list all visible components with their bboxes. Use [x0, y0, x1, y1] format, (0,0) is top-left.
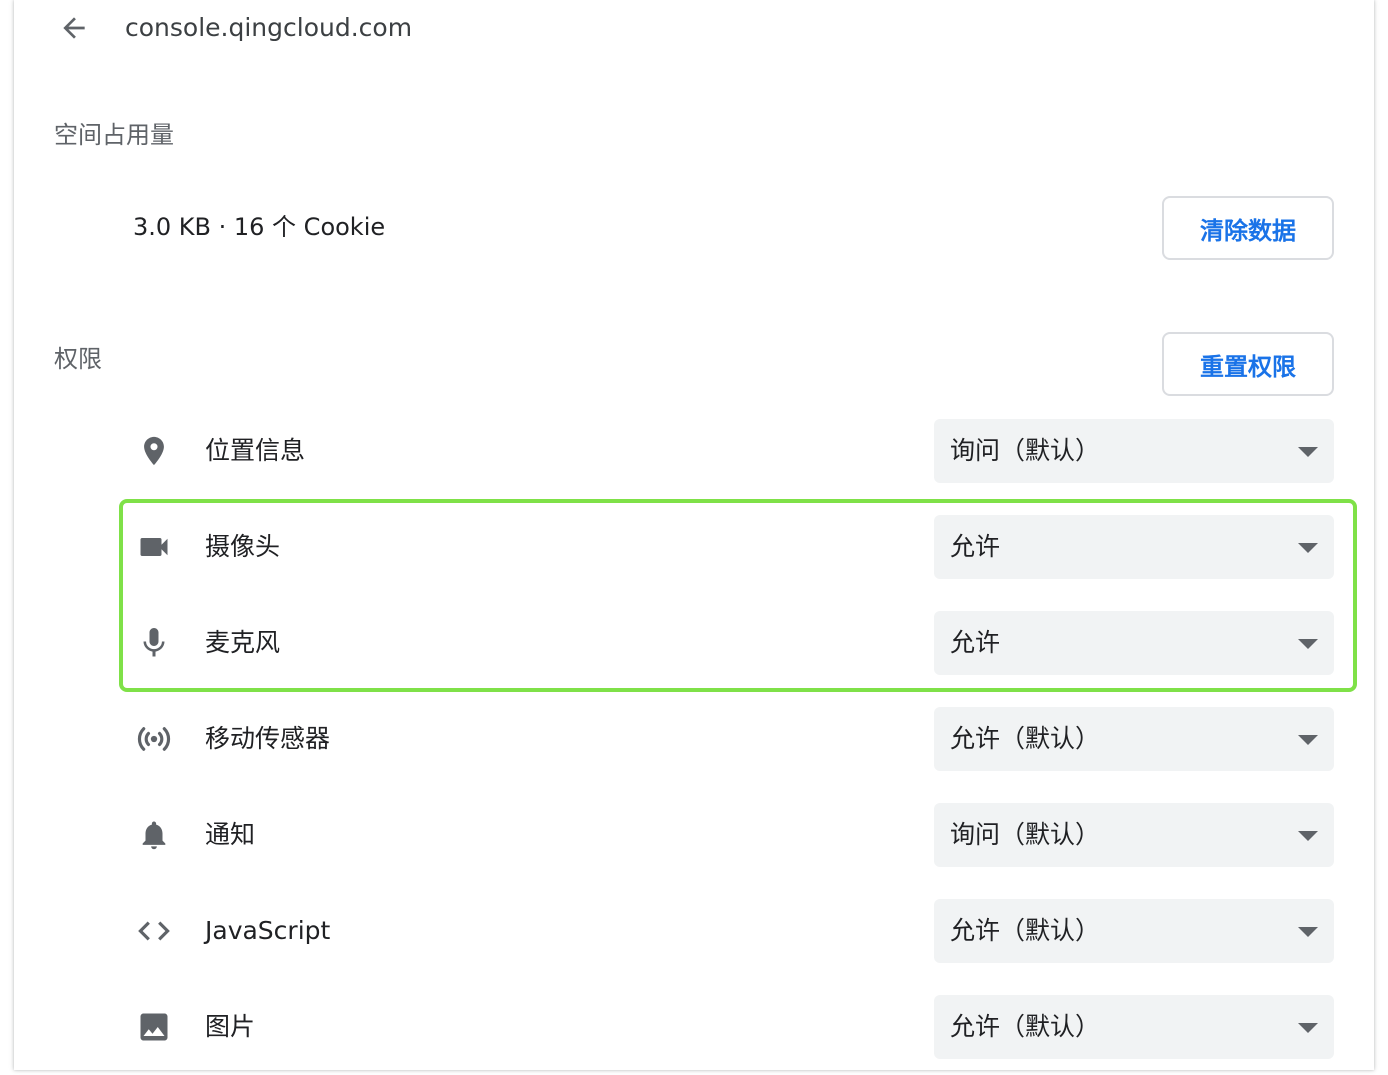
- permission-label: 摄像头: [205, 532, 281, 561]
- permission-row-microphone: 麦克风 允许: [14, 595, 1374, 691]
- back-button[interactable]: [54, 8, 94, 48]
- location-pin-icon: [134, 431, 174, 471]
- permission-select-location[interactable]: 询问（默认）: [934, 419, 1334, 483]
- permission-label: 图片: [205, 1012, 256, 1041]
- permission-select-microphone[interactable]: 允许: [934, 611, 1334, 675]
- site-settings-card: console.qingcloud.com 空间占用量 3.0 KB · 16 …: [14, 0, 1374, 1070]
- dropdown-caret-icon: [1298, 831, 1318, 841]
- code-icon: [134, 911, 174, 951]
- permission-select-sensors[interactable]: 允许（默认）: [934, 707, 1334, 771]
- dropdown-caret-icon: [1298, 735, 1318, 745]
- permission-row-javascript: JavaScript 允许（默认）: [14, 883, 1374, 979]
- permission-select-value: 允许（默认）: [950, 1012, 1101, 1041]
- permission-row-camera: 摄像头 允许: [14, 499, 1374, 595]
- dropdown-caret-icon: [1298, 1023, 1318, 1033]
- permission-row-notifications: 通知 询问（默认）: [14, 787, 1374, 883]
- site-origin-title: console.qingcloud.com: [125, 13, 413, 42]
- permission-row-images: 图片 允许（默认）: [14, 979, 1374, 1075]
- arrow-back-icon: [63, 17, 85, 39]
- permission-label: JavaScript: [205, 916, 331, 945]
- permission-row-location: 位置信息 询问（默认）: [14, 403, 1374, 499]
- bell-icon: [134, 815, 174, 855]
- permission-select-value: 允许: [950, 628, 1001, 657]
- permission-label: 麦克风: [205, 628, 281, 657]
- reset-permissions-button[interactable]: 重置权限: [1162, 332, 1334, 396]
- dropdown-caret-icon: [1298, 639, 1318, 649]
- permission-select-value: 允许（默认）: [950, 916, 1101, 945]
- permission-select-images[interactable]: 允许（默认）: [934, 995, 1334, 1059]
- permission-label: 位置信息: [205, 436, 306, 465]
- permission-select-javascript[interactable]: 允许（默认）: [934, 899, 1334, 963]
- sensors-icon: [134, 719, 174, 759]
- camera-icon: [134, 527, 174, 567]
- permission-label: 移动传感器: [205, 724, 331, 753]
- clear-data-button[interactable]: 清除数据: [1162, 196, 1334, 260]
- permission-select-camera[interactable]: 允许: [934, 515, 1334, 579]
- permission-row-sensors: 移动传感器 允许（默认）: [14, 691, 1374, 787]
- permission-select-value: 允许: [950, 532, 1001, 561]
- permissions-section-title: 权限: [54, 345, 102, 373]
- permission-select-value: 询问（默认）: [950, 820, 1101, 849]
- usage-summary: 3.0 KB · 16 个 Cookie: [133, 213, 386, 241]
- dropdown-caret-icon: [1298, 543, 1318, 553]
- dropdown-caret-icon: [1298, 927, 1318, 937]
- microphone-icon: [134, 623, 174, 663]
- usage-section-title: 空间占用量: [54, 121, 174, 149]
- permission-label: 通知: [205, 820, 256, 849]
- permission-select-value: 允许（默认）: [950, 724, 1101, 753]
- dropdown-caret-icon: [1298, 447, 1318, 457]
- image-icon: [134, 1007, 174, 1047]
- permission-select-notifications[interactable]: 询问（默认）: [934, 803, 1334, 867]
- permission-select-value: 询问（默认）: [950, 436, 1101, 465]
